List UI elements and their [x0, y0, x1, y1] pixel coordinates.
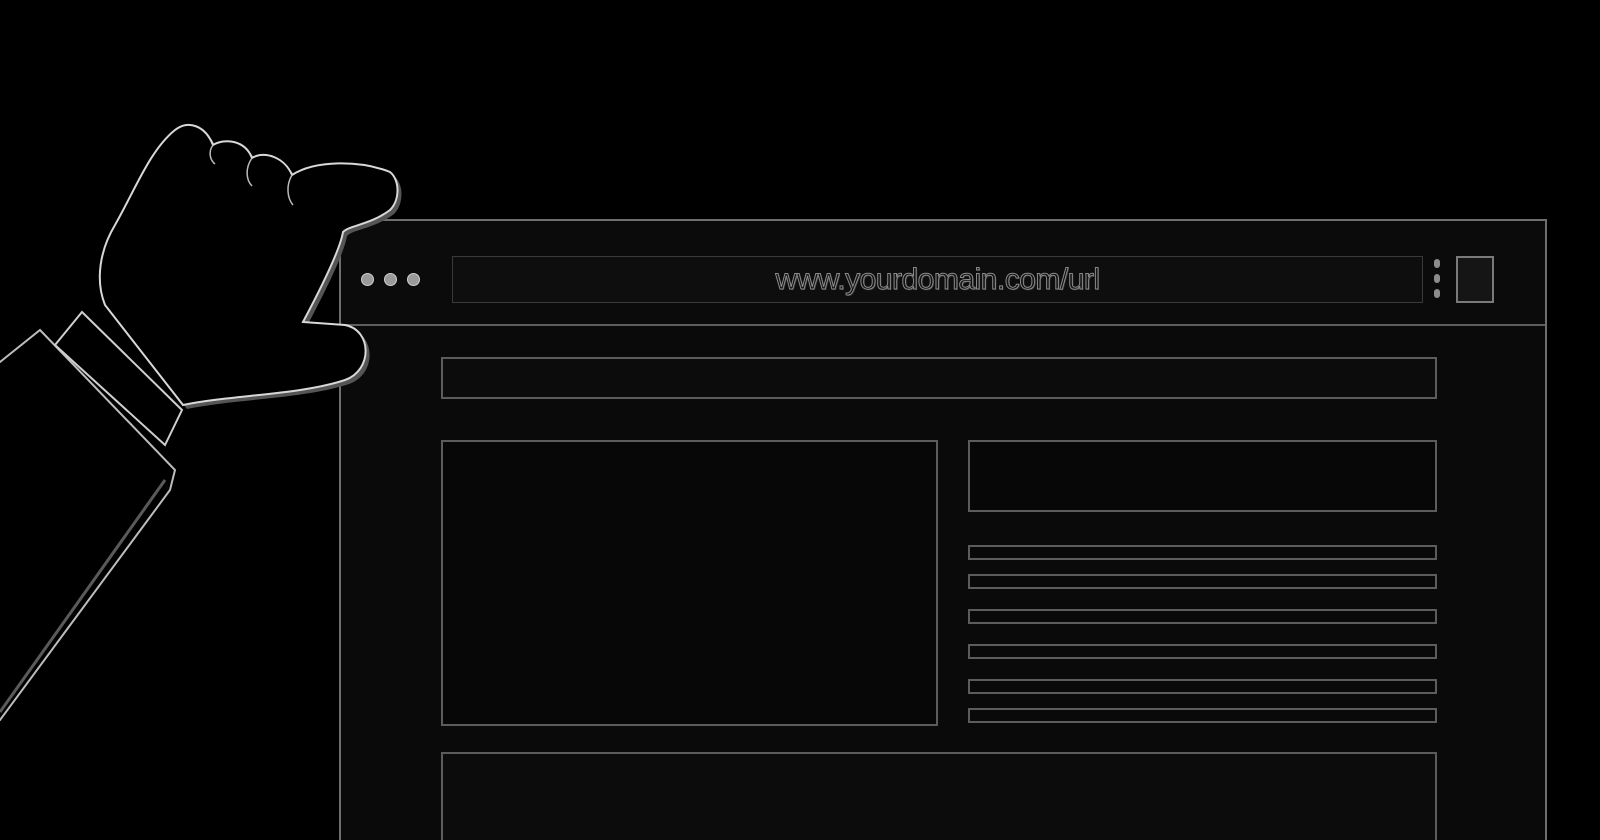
window-control-dot[interactable] [384, 273, 397, 286]
text-line-placeholder [968, 574, 1437, 589]
browser-toolbar: www.yourdomain.com/url [341, 221, 1545, 326]
text-line-placeholder [968, 679, 1437, 694]
sidebar-title-placeholder [968, 440, 1437, 512]
text-line-placeholder [968, 545, 1437, 560]
browser-window: www.yourdomain.com/url [339, 219, 1547, 840]
address-bar-url: www.yourdomain.com/url [775, 262, 1101, 296]
text-line-placeholder [968, 708, 1437, 723]
window-control-dot[interactable] [407, 273, 420, 286]
text-line-placeholder [968, 644, 1437, 659]
kebab-menu-icon[interactable] [1434, 259, 1440, 298]
sleeve-shape [0, 328, 177, 721]
footer-placeholder [441, 752, 1437, 840]
cuff-shape [53, 310, 184, 447]
page-header-placeholder [441, 357, 1437, 399]
address-bar[interactable]: www.yourdomain.com/url [452, 256, 1423, 303]
window-controls [361, 273, 420, 286]
text-line-placeholder [968, 609, 1437, 624]
extension-button[interactable] [1456, 256, 1494, 303]
hero-image-placeholder [441, 440, 938, 726]
window-control-dot[interactable] [361, 273, 374, 286]
illustration-stage: www.yourdomain.com/url [0, 0, 1600, 840]
